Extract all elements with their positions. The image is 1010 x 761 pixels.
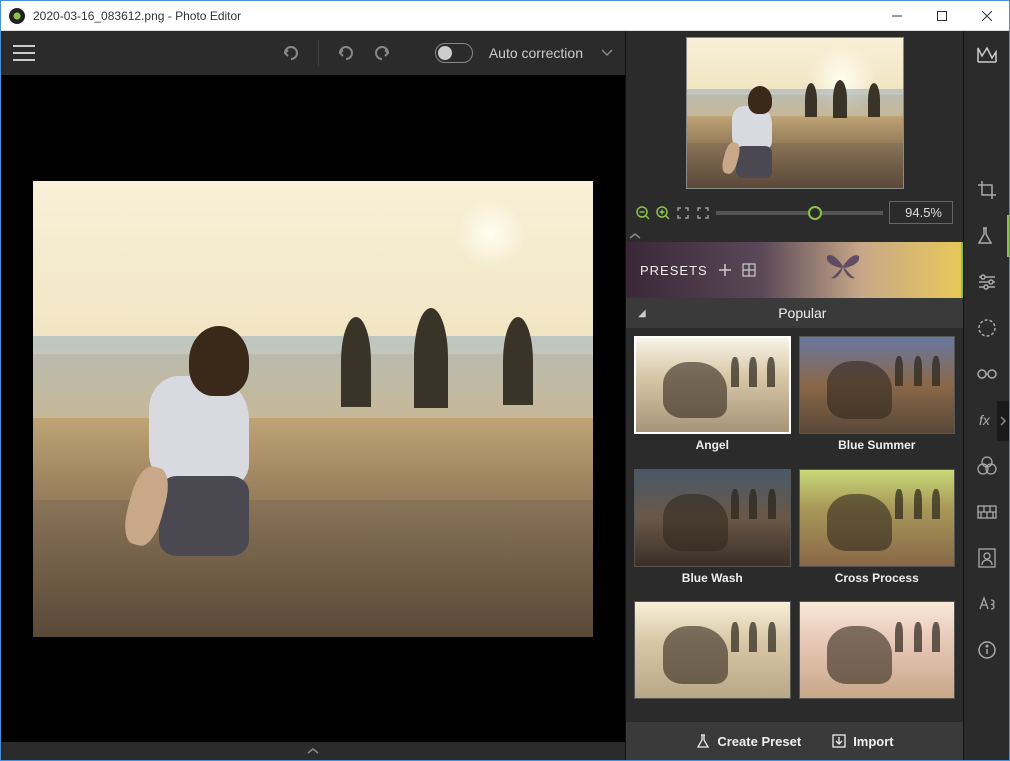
preset-label: Angel — [634, 434, 791, 456]
zoom-slider[interactable] — [716, 211, 883, 215]
svg-text:fx: fx — [979, 412, 991, 428]
collapse-preview-icon[interactable] — [626, 230, 963, 242]
preset-blue-wash[interactable]: Blue Wash — [634, 469, 791, 596]
create-preset-button[interactable]: Create Preset — [695, 733, 801, 749]
import-label: Import — [853, 734, 893, 749]
auto-correction-label: Auto correction — [489, 45, 583, 61]
redo-icon[interactable] — [369, 40, 395, 66]
adjust-tool-icon[interactable] — [964, 261, 1010, 303]
preset-blue-summer[interactable]: Blue Summer — [799, 336, 956, 463]
color-tool-icon[interactable] — [964, 445, 1010, 487]
create-preset-label: Create Preset — [717, 734, 801, 749]
preset-angel[interactable]: Angel — [634, 336, 791, 463]
minimize-button[interactable] — [874, 1, 919, 31]
presets-panel: 94.5% PRESETS ◢ Popular — [625, 31, 963, 760]
grid-view-icon[interactable] — [742, 263, 756, 277]
text-tool-icon[interactable] — [964, 583, 1010, 625]
preset-label: Blue Wash — [634, 567, 791, 589]
import-icon — [831, 733, 847, 749]
window-title: 2020-03-16_083612.png - Photo Editor — [33, 9, 874, 23]
titlebar: 2020-03-16_083612.png - Photo Editor — [1, 1, 1009, 31]
auto-correction-toggle[interactable] — [435, 43, 473, 63]
main-photo — [33, 181, 593, 637]
top-toolbar: Auto correction — [1, 31, 625, 75]
preset-item-6[interactable] — [799, 601, 956, 714]
preset-item-5[interactable] — [634, 601, 791, 714]
glasses-tool-icon[interactable] — [964, 353, 1010, 395]
window-controls — [874, 1, 1009, 31]
bottom-panel-toggle[interactable] — [1, 742, 625, 760]
preset-grid: Angel Blue Summer Blue Wash Cross Proces… — [626, 328, 963, 722]
editor-panel: Auto correction — [1, 31, 625, 760]
presets-tool-icon[interactable] — [964, 215, 1010, 257]
undo-icon[interactable] — [333, 40, 359, 66]
preset-label: Cross Process — [799, 567, 956, 589]
flask-icon — [695, 733, 711, 749]
info-tool-icon[interactable] — [964, 629, 1010, 671]
app-window: 2020-03-16_083612.png - Photo Editor — [0, 0, 1010, 761]
presets-header: PRESETS — [626, 242, 963, 298]
zoom-out-icon[interactable] — [636, 206, 650, 220]
brick-tool-icon[interactable] — [964, 491, 1010, 533]
preset-label — [634, 699, 791, 707]
menu-icon[interactable] — [13, 45, 35, 61]
divider — [318, 40, 319, 66]
maximize-button[interactable] — [919, 1, 964, 31]
canvas-area[interactable] — [1, 75, 625, 742]
preset-label: Blue Summer — [799, 434, 956, 456]
preview-thumbnail[interactable] — [686, 37, 904, 189]
histogram-icon[interactable] — [975, 45, 999, 65]
zoom-in-icon[interactable] — [656, 206, 670, 220]
category-label: Popular — [654, 305, 951, 321]
close-button[interactable] — [964, 1, 1009, 31]
chevron-down-icon[interactable] — [601, 49, 613, 57]
preset-category-row[interactable]: ◢ Popular — [626, 298, 963, 328]
zoom-value[interactable]: 94.5% — [889, 201, 953, 224]
expand-panel-icon[interactable] — [997, 401, 1009, 441]
butterfly-icon — [823, 248, 863, 284]
crop-tool-icon[interactable] — [964, 169, 1010, 211]
preview-zone — [626, 31, 963, 195]
preset-footer: Create Preset Import — [626, 722, 963, 760]
main-area: Auto correction — [1, 31, 1009, 760]
import-preset-button[interactable]: Import — [831, 733, 893, 749]
preset-cross-process[interactable]: Cross Process — [799, 469, 956, 596]
zoom-controls: 94.5% — [626, 195, 963, 230]
preset-label — [799, 699, 956, 707]
selection-tool-icon[interactable] — [964, 307, 1010, 349]
right-toolbar: fx — [963, 31, 1009, 760]
add-preset-icon[interactable] — [718, 263, 732, 277]
chevron-up-icon — [306, 747, 320, 755]
app-icon — [9, 8, 25, 24]
undo-all-icon[interactable] — [278, 40, 304, 66]
portrait-tool-icon[interactable] — [964, 537, 1010, 579]
presets-label: PRESETS — [640, 263, 708, 278]
zoom-actual-icon[interactable] — [696, 206, 710, 220]
zoom-fit-icon[interactable] — [676, 206, 690, 220]
collapse-category-icon[interactable]: ◢ — [638, 308, 646, 319]
